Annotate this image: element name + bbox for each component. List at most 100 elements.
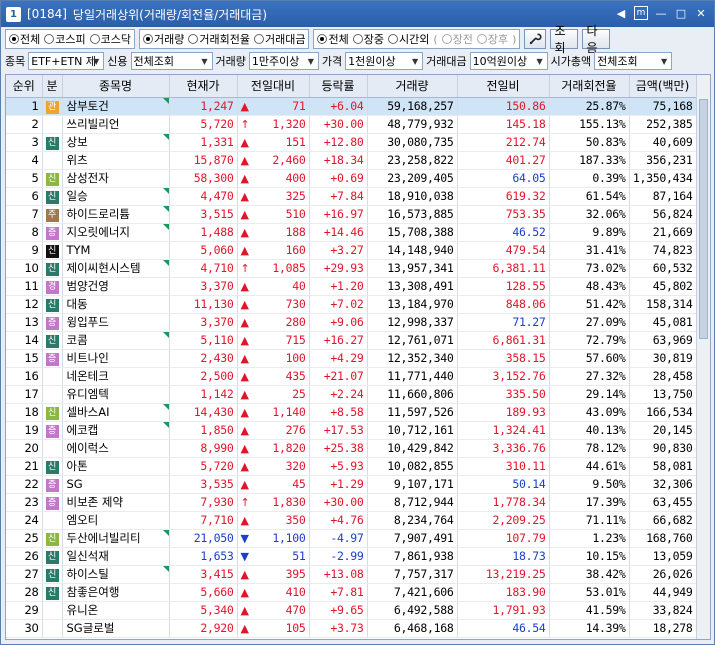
col-header-rate[interactable]: 등락률 xyxy=(309,75,368,98)
cell-name[interactable]: 에코캡 xyxy=(62,421,170,440)
col-header-price[interactable]: 현재가 xyxy=(169,75,238,98)
col-header-volume[interactable]: 거래량 xyxy=(367,75,458,98)
table-row[interactable]: 19 증 에코캡 1,850 ▲ 276 +17.53 10,712,161 1,324.41 4… xyxy=(6,421,697,440)
radio-dot[interactable] xyxy=(44,34,55,44)
radio-session-regular[interactable]: 장중 xyxy=(352,31,384,47)
radio-market-kospi[interactable]: 코스피 xyxy=(44,31,86,47)
chevron-down-icon[interactable]: ▼ xyxy=(305,54,317,68)
table-row[interactable]: 21 신 아톤 5,720 ▲ 320 +5.93 10,082,855 310.11 44.61… xyxy=(6,457,697,476)
col-header-rank[interactable]: 순위 xyxy=(6,75,43,98)
table-row[interactable]: 11 경 범양건영 3,370 ▲ 40 +1.20 13,308,491 128.55 48.4… xyxy=(6,277,697,296)
cell-name[interactable]: 셀바스AI xyxy=(62,403,170,422)
minimize-icon[interactable]: — xyxy=(654,6,668,20)
table-row[interactable]: 22 증 SG 3,535 ▲ 45 +1.29 9,107,171 50.14 9.50% 32,… xyxy=(6,475,697,494)
cell-name[interactable]: 제이씨현시스템 xyxy=(62,259,170,278)
radio-dot[interactable] xyxy=(89,34,100,44)
col-header-class[interactable]: 분 xyxy=(42,75,63,98)
cell-name[interactable]: 삼성전자 xyxy=(62,169,170,188)
cell-name[interactable]: 아톤 xyxy=(62,457,170,476)
radio-dot[interactable] xyxy=(317,34,328,44)
cell-name[interactable]: 네온테크 xyxy=(62,367,170,386)
table-row[interactable]: 20 에이럭스 8,990 ▲ 1,820 +25.38 10,429,842 3,336.7… xyxy=(6,439,697,458)
radio-dot[interactable] xyxy=(9,34,19,44)
cell-name[interactable]: 참좋은여행 xyxy=(62,583,170,602)
chevron-down-icon[interactable]: ▼ xyxy=(199,54,211,68)
cell-name[interactable]: 위츠 xyxy=(62,151,170,170)
table-row[interactable]: 16 네온테크 2,500 ▲ 435 +21.07 11,771,440 3,152.76 2… xyxy=(6,367,697,386)
cell-name[interactable]: 두산에너빌리티 xyxy=(62,529,170,548)
next-button[interactable]: 다음 xyxy=(582,24,611,55)
cell-name[interactable]: 지오릿에너지 xyxy=(62,223,170,242)
chevron-down-icon[interactable]: ▼ xyxy=(658,54,670,68)
scrollbar-thumb[interactable] xyxy=(699,99,708,339)
cell-name[interactable]: 하이스틸 xyxy=(62,565,170,584)
volume-select[interactable]: 1만주이상 ▼ xyxy=(248,52,319,70)
table-row[interactable]: 4 위츠 15,870 ▲ 2,460 +18.34 23,258,822 401.27 187… xyxy=(6,151,697,170)
cell-name[interactable]: 비보존 제약 xyxy=(62,493,170,512)
table-row[interactable]: 14 신 코콤 5,110 ▲ 715 +16.27 12,761,071 6,861.31 72… xyxy=(6,331,697,350)
col-header-name[interactable]: 종목명 xyxy=(62,75,170,98)
close-icon[interactable]: ✕ xyxy=(694,6,708,20)
table-row[interactable]: 23 증 비보존 제약 7,930 ↑ 1,830 +30.00 8,712,944 1,778… xyxy=(6,493,697,512)
cell-name[interactable]: 유디엠텍 xyxy=(62,385,170,404)
table-row[interactable]: 15 증 비트나인 2,430 ▲ 100 +4.29 12,352,340 358.15 57.… xyxy=(6,349,697,368)
col-header-prev-ratio[interactable]: 전일비 xyxy=(457,75,550,98)
cell-name[interactable]: 대동 xyxy=(62,295,170,314)
maximize-icon[interactable]: □ xyxy=(674,6,688,20)
table-row[interactable]: 9 신 TYM 5,060 ▲ 160 +3.27 14,148,940 479.54 31.41… xyxy=(6,241,697,260)
restore-icon[interactable]: m xyxy=(634,6,648,20)
radio-market-kosdaq[interactable]: 코스닥 xyxy=(89,31,131,47)
cell-name[interactable]: 유니온 xyxy=(62,601,170,620)
table-row[interactable]: 7 주 하이드로리튬 3,515 ▲ 510 +16.97 16,573,885 753.35 3… xyxy=(6,205,697,224)
radio-session-after[interactable]: 시간외 xyxy=(387,31,429,47)
cell-name[interactable]: 윙입푸드 xyxy=(62,313,170,332)
amount-select[interactable]: 10억원이상 ▼ xyxy=(469,52,548,70)
cell-name[interactable]: 에이럭스 xyxy=(62,439,170,458)
query-button[interactable]: 조회 xyxy=(550,24,579,55)
radio-sort-turnover[interactable]: 거래회전율 xyxy=(188,31,250,47)
radio-dot[interactable] xyxy=(253,34,264,44)
vertical-scrollbar[interactable] xyxy=(696,75,710,639)
radio-session-all[interactable]: 전체 xyxy=(317,31,349,47)
price-select[interactable]: 1천원이상 ▼ xyxy=(345,52,424,70)
cell-name[interactable]: 코콤 xyxy=(62,331,170,350)
cap-select[interactable]: 전체조회 ▼ xyxy=(594,52,673,70)
radio-dot[interactable] xyxy=(188,34,199,44)
chevron-down-icon[interactable]: ▼ xyxy=(90,54,102,68)
table-row[interactable]: 8 증 지오릿에너지 1,488 ▲ 188 +14.46 15,708,388 46.52 9.… xyxy=(6,223,697,242)
radio-dot[interactable] xyxy=(352,34,363,44)
cell-name[interactable]: 상보 xyxy=(62,133,170,152)
table-row[interactable]: 30 SG글로벌 2,920 ▲ 105 +3.73 6,468,168 46.54 14.39… xyxy=(6,619,697,638)
cell-name[interactable]: 쓰리빌리언 xyxy=(62,115,170,134)
arrow-left-icon[interactable]: ◀ xyxy=(614,6,628,20)
cell-name[interactable]: 비트나인 xyxy=(62,349,170,368)
col-header-amount[interactable]: 금액(백만) xyxy=(629,75,697,98)
radio-sort-amount[interactable]: 거래대금 xyxy=(253,31,305,47)
table-row[interactable]: 3 신 상보 1,331 ▲ 151 +12.80 30,080,735 212.74 50.83… xyxy=(6,133,697,152)
table-row[interactable]: 13 증 윙입푸드 3,370 ▲ 280 +9.06 12,998,337 71.27 27.0… xyxy=(6,313,697,332)
table-row[interactable]: 27 신 하이스틸 3,415 ▲ 395 +13.08 7,757,317 13,219.25… xyxy=(6,565,697,584)
table-row[interactable]: 25 신 두산에너빌리티 21,050 ▼ 1,100 -4.97 7,907,491 107.… xyxy=(6,529,697,548)
table-row[interactable]: 2 쓰리빌리언 5,720 ↑ 1,320 +30.00 48,779,932 145.18 1… xyxy=(6,115,697,134)
credit-select[interactable]: 전체조회 ▼ xyxy=(130,52,213,70)
cell-name[interactable]: 삼부토건 xyxy=(62,97,170,116)
cell-name[interactable]: 엠오티 xyxy=(62,511,170,530)
col-header-turnover[interactable]: 거래회전율 xyxy=(549,75,630,98)
cell-name[interactable]: 일신석재 xyxy=(62,547,170,566)
stock-select[interactable]: ETF+ETN 제 ▼ xyxy=(28,52,105,70)
table-row[interactable]: 1 관 삼부토건 1,247 ▲ 71 +6.04 59,168,257 150.86 25.87… xyxy=(6,97,697,116)
table-row[interactable]: 10 신 제이씨현시스템 4,710 ↑ 1,085 +29.93 13,957,341 6,3… xyxy=(6,259,697,278)
table-row[interactable]: 5 신 삼성전자 58,300 ▲ 400 +0.69 23,209,405 64.05 0.39… xyxy=(6,169,697,188)
cell-name[interactable]: SG xyxy=(62,475,170,494)
table-row[interactable]: 17 유디엠텍 1,142 ▲ 25 +2.24 11,660,806 335.50 29.14… xyxy=(6,385,697,404)
radio-dot[interactable] xyxy=(143,34,153,44)
radio-dot[interactable] xyxy=(387,34,398,44)
cell-name[interactable]: TYM xyxy=(62,241,170,260)
cell-name[interactable]: 하이드로리튬 xyxy=(62,205,170,224)
table-row[interactable]: 6 신 일승 4,470 ▲ 325 +7.84 18,910,038 619.32 61.54%… xyxy=(6,187,697,206)
cell-name[interactable]: SG글로벌 xyxy=(62,619,170,638)
table-row[interactable]: 18 신 셀바스AI 14,430 ▲ 1,140 +8.58 11,597,526 189.9… xyxy=(6,403,697,422)
table-row[interactable]: 28 신 참좋은여행 5,660 ▲ 410 +7.81 7,421,606 183.90 53.… xyxy=(6,583,697,602)
chevron-down-icon[interactable]: ▼ xyxy=(534,54,546,68)
radio-market-all[interactable]: 전체 xyxy=(9,31,40,47)
